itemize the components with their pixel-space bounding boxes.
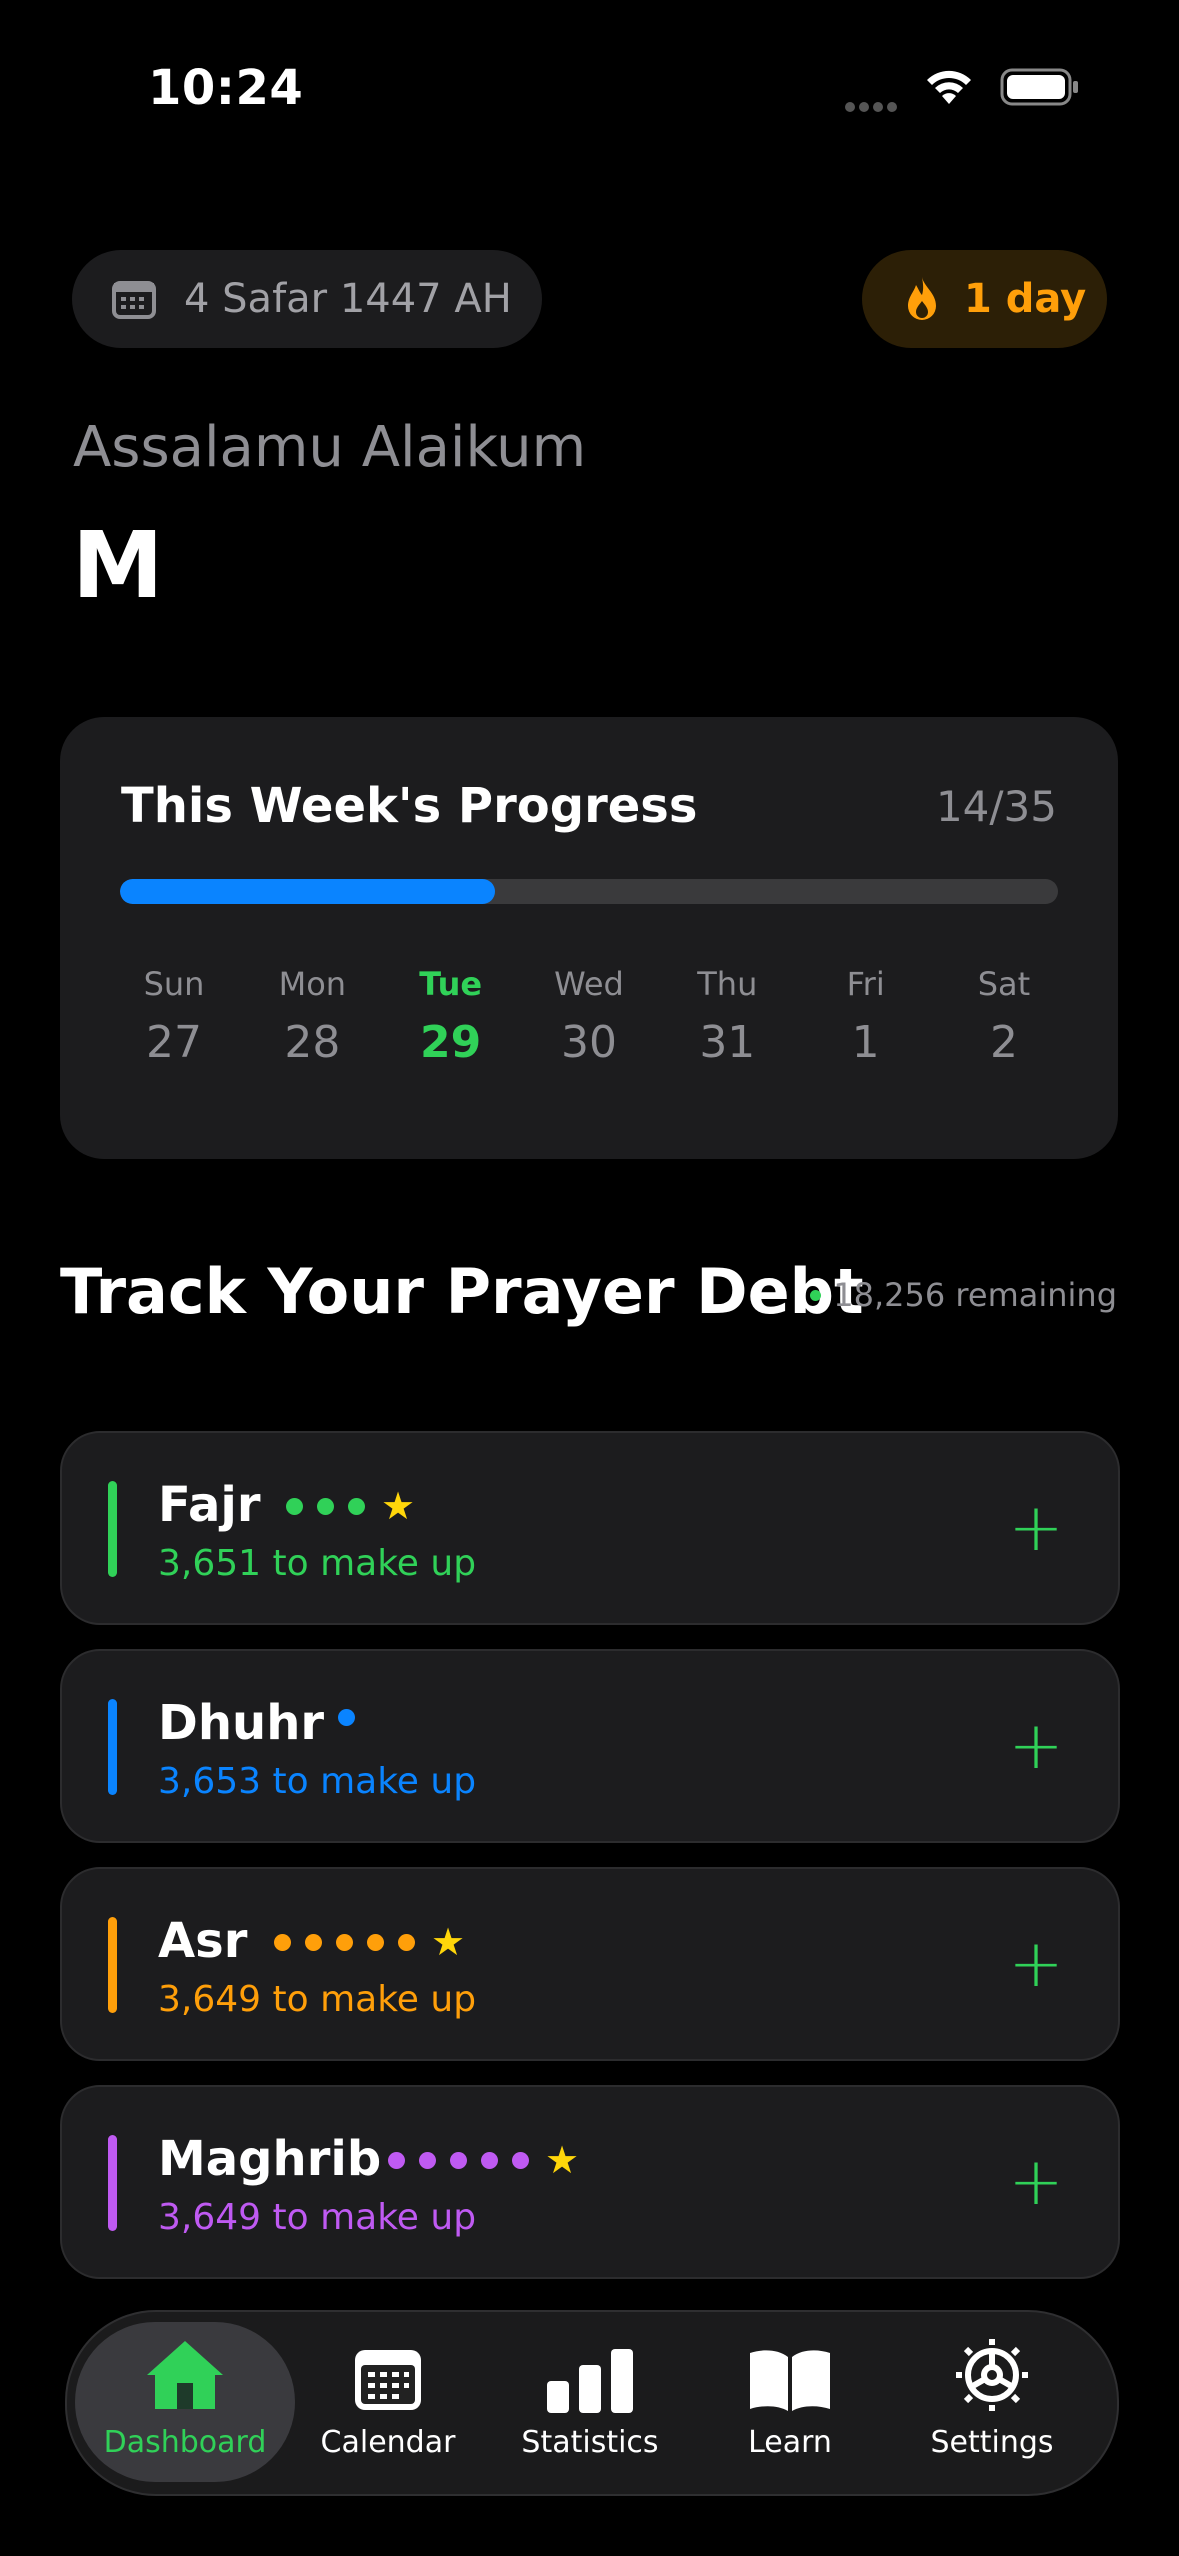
bar-chart-icon bbox=[490, 2335, 690, 2413]
prayer-accent-bar bbox=[108, 1481, 117, 1577]
tab-label: Learn bbox=[748, 2425, 832, 2460]
streak-dot bbox=[286, 1497, 303, 1515]
add-dhuhr-button[interactable]: + bbox=[996, 1706, 1076, 1786]
prayer-card-dhuhr[interactable]: Dhuhr 3,653 to make up + bbox=[60, 1649, 1120, 1843]
remaining-count: 18,256 remaining bbox=[810, 1276, 1117, 1314]
prayer-remaining: 3,649 to make up bbox=[158, 1979, 477, 2020]
prayer-card-maghrib[interactable]: Maghrib ★ 3,649 to make up + bbox=[60, 2085, 1120, 2279]
tab-dashboard[interactable]: Dashboard bbox=[85, 2335, 285, 2460]
day-date: 30 bbox=[560, 1017, 617, 1068]
star-icon: ★ bbox=[381, 1484, 416, 1528]
prayer-debt-title: Track Your Prayer Debt bbox=[60, 1255, 864, 1328]
day-date: 2 bbox=[989, 1017, 1018, 1068]
streak-dot bbox=[419, 2151, 436, 2169]
prayer-streak-marks: ★ bbox=[286, 1484, 416, 1528]
day-date: 1 bbox=[851, 1017, 880, 1068]
prayer-name: Fajr bbox=[158, 1477, 261, 1533]
day-date: 29 bbox=[420, 1017, 482, 1068]
prayer-streak-marks bbox=[338, 1709, 369, 1726]
day-tue[interactable]: Tue 29 bbox=[382, 965, 520, 1068]
add-asr-button[interactable]: + bbox=[996, 1924, 1076, 2004]
tab-calendar[interactable]: Calendar bbox=[288, 2335, 488, 2460]
streak-dot bbox=[338, 1709, 355, 1726]
hijri-date-pill[interactable]: 4 Safar 1447 AH bbox=[72, 250, 542, 348]
tab-label: Settings bbox=[930, 2425, 1054, 2460]
greeting-text: Assalamu Alaikum bbox=[73, 415, 587, 480]
prayer-card-asr[interactable]: Asr ★ 3,649 to make up + bbox=[60, 1867, 1120, 2061]
streak-text: 1 day bbox=[964, 276, 1087, 322]
prayer-card-fajr[interactable]: Fajr ★ 3,651 to make up + bbox=[60, 1431, 1120, 1625]
add-fajr-button[interactable]: + bbox=[996, 1488, 1076, 1568]
streak-dot bbox=[274, 1933, 291, 1951]
prayer-name: Maghrib bbox=[158, 2131, 382, 2187]
streak-dot bbox=[398, 1933, 415, 1951]
book-icon bbox=[690, 2335, 890, 2413]
streak-dot bbox=[336, 1933, 353, 1951]
day-fri[interactable]: Fri 1 bbox=[797, 965, 935, 1068]
day-name: Sat bbox=[977, 965, 1031, 1003]
streak-dot bbox=[305, 1933, 322, 1951]
prayer-accent-bar bbox=[108, 1699, 117, 1795]
day-wed[interactable]: Wed 30 bbox=[520, 965, 658, 1068]
user-name: M bbox=[72, 512, 164, 619]
day-name: Thu bbox=[697, 965, 758, 1003]
tab-label: Dashboard bbox=[103, 2425, 267, 2460]
calendar-icon bbox=[288, 2335, 488, 2413]
prayer-accent-bar bbox=[108, 2135, 117, 2231]
day-name: Tue bbox=[419, 965, 483, 1003]
weekly-progress-bar bbox=[120, 879, 1058, 904]
calendar-icon bbox=[112, 281, 156, 319]
prayer-remaining: 3,653 to make up bbox=[158, 1761, 477, 1802]
tab-statistics[interactable]: Statistics bbox=[490, 2335, 690, 2460]
prayer-name: Dhuhr bbox=[158, 1695, 325, 1751]
prayer-streak-marks: ★ bbox=[274, 1920, 466, 1964]
wifi-icon bbox=[927, 70, 971, 104]
day-sat[interactable]: Sat 2 bbox=[935, 965, 1073, 1068]
flame-icon bbox=[908, 277, 936, 320]
prayer-remaining: 3,651 to make up bbox=[158, 1543, 477, 1584]
streak-dot bbox=[512, 2151, 529, 2169]
cellular-signal-icon bbox=[845, 97, 905, 112]
hijri-date-text: 4 Safar 1447 AH bbox=[184, 276, 512, 322]
streak-dot bbox=[317, 1497, 334, 1515]
day-name: Wed bbox=[554, 965, 624, 1003]
status-time: 10:24 bbox=[148, 60, 304, 116]
weekly-progress-title: This Week's Progress bbox=[121, 778, 698, 834]
day-date: 27 bbox=[146, 1017, 202, 1068]
tab-settings[interactable]: Settings bbox=[892, 2335, 1092, 2460]
star-icon: ★ bbox=[431, 1920, 466, 1964]
day-thu[interactable]: Thu 31 bbox=[658, 965, 796, 1068]
battery-icon bbox=[1000, 68, 1078, 106]
day-mon[interactable]: Mon 28 bbox=[243, 965, 381, 1068]
prayer-accent-bar bbox=[108, 1917, 117, 2013]
weekly-progress-count: 14/35 bbox=[935, 782, 1057, 831]
prayer-streak-marks: ★ bbox=[388, 2138, 580, 2182]
tab-label: Calendar bbox=[320, 2425, 456, 2460]
star-icon: ★ bbox=[545, 2138, 580, 2182]
status-dot bbox=[810, 1289, 822, 1301]
prayer-remaining: 3,649 to make up bbox=[158, 2197, 477, 2238]
add-maghrib-button[interactable]: + bbox=[996, 2142, 1076, 2222]
tab-label: Statistics bbox=[521, 2425, 659, 2460]
streak-dot bbox=[367, 1933, 384, 1951]
week-days-row: Sun 27 Mon 28 Tue 29 Wed 30 Thu 31 Fri 1 Sat 2 bbox=[105, 965, 1073, 1068]
day-name: Fri bbox=[846, 965, 885, 1003]
remaining-text: 18,256 remaining bbox=[833, 1276, 1117, 1314]
streak-dot bbox=[481, 2151, 498, 2169]
streak-dot bbox=[388, 2151, 405, 2169]
day-name: Sun bbox=[143, 965, 205, 1003]
tab-learn[interactable]: Learn bbox=[690, 2335, 890, 2460]
prayer-name: Asr bbox=[158, 1913, 248, 1969]
day-name: Mon bbox=[278, 965, 347, 1003]
streak-badge[interactable]: 1 day bbox=[862, 250, 1107, 348]
streak-dot bbox=[348, 1497, 365, 1515]
day-date: 31 bbox=[699, 1017, 756, 1068]
day-date: 28 bbox=[284, 1017, 341, 1068]
streak-dot bbox=[450, 2151, 467, 2169]
gear-icon bbox=[892, 2335, 1092, 2413]
weekly-progress-fill bbox=[120, 879, 496, 904]
house-icon bbox=[85, 2335, 285, 2413]
day-sun[interactable]: Sun 27 bbox=[105, 965, 243, 1068]
